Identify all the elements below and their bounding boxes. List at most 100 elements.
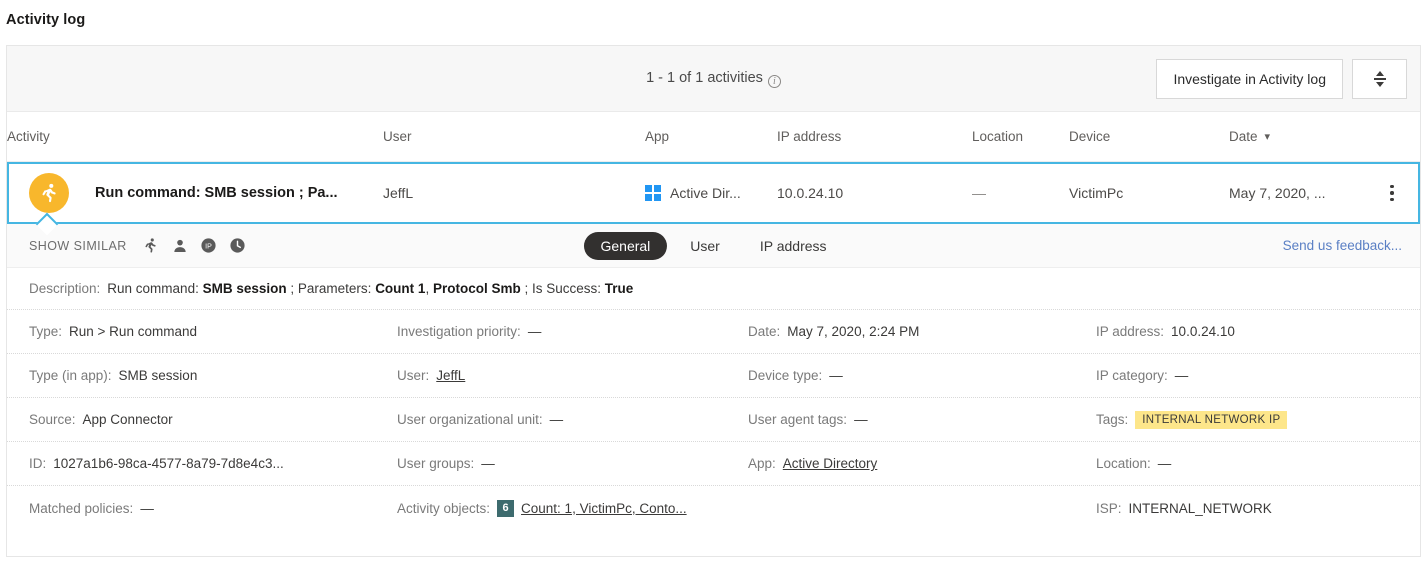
detail-label: User agent tags: bbox=[748, 412, 848, 427]
cell-user: JeffL bbox=[383, 185, 414, 201]
detail-value: — bbox=[481, 456, 495, 471]
detail-date: Date: May 7, 2020, 2:24 PM bbox=[726, 324, 1074, 339]
info-icon[interactable]: i bbox=[767, 75, 781, 88]
detail-location: Location: — bbox=[1074, 456, 1414, 471]
detail-label: Matched policies: bbox=[29, 500, 134, 516]
results-count-text: 1 - 1 of 1 activities bbox=[646, 70, 763, 86]
detail-app-link[interactable]: Active Directory bbox=[783, 456, 878, 471]
detail-label: ISP: bbox=[1096, 500, 1122, 516]
cell-app-label: Active Dir... bbox=[670, 185, 741, 201]
detail-subtoolbar: SHOW SIMILAR IP General User IP address … bbox=[7, 212, 1420, 268]
table-header: Activity User App IP address Location De… bbox=[7, 112, 1420, 162]
activity-log-page: Activity log 1 - 1 of 1 activities i Inve… bbox=[0, 0, 1428, 563]
detail-row: ID: 1027a1b6-98ca-4577-8a79-7d8e4c3... Us… bbox=[7, 442, 1420, 486]
description-prefix: Run command: bbox=[107, 281, 199, 296]
detail-id: ID: 1027a1b6-98ca-4577-8a79-7d8e4c3... bbox=[7, 456, 375, 471]
detail-value: — bbox=[549, 412, 564, 427]
detail-label: User groups: bbox=[397, 456, 475, 471]
detail-device-type: Device type: — bbox=[726, 368, 1074, 383]
cell-device: VictimPc bbox=[1069, 185, 1124, 201]
detail-user-groups: User groups: — bbox=[375, 456, 726, 471]
detail-value: — bbox=[140, 500, 154, 516]
description-bold-4: True bbox=[604, 281, 634, 296]
description-mid-1: ; Parameters: bbox=[290, 281, 372, 296]
detail-label: Investigation priority: bbox=[397, 324, 521, 339]
activity-title: Run command: SMB session ; Pa... bbox=[95, 185, 338, 201]
tab-ip-address[interactable]: IP address bbox=[743, 232, 844, 260]
detail-value: 1027a1b6-98ca-4577-8a79-7d8e4c3... bbox=[53, 456, 284, 471]
detail-label: Date: bbox=[748, 324, 781, 339]
activity-log-card: 1 - 1 of 1 activities i Investigate in Ac… bbox=[6, 45, 1421, 557]
description-comma: , bbox=[425, 281, 430, 296]
detail-label: Tags: bbox=[1096, 412, 1129, 427]
column-header-date-label: Date bbox=[1229, 129, 1258, 144]
detail-value: — bbox=[527, 324, 542, 339]
count-badge: 6 bbox=[497, 499, 515, 517]
show-similar-label: SHOW SIMILAR bbox=[29, 238, 127, 253]
column-header-activity[interactable]: Activity bbox=[7, 129, 383, 144]
detail-isp: ISP: INTERNAL_NETWORK bbox=[1074, 501, 1414, 516]
detail-grid: Type: Run > Run command Investigation pri… bbox=[7, 310, 1420, 530]
detail-label: Location: bbox=[1096, 456, 1151, 471]
user-glyph bbox=[174, 239, 186, 252]
chevron-down-icon: ▾ bbox=[1264, 131, 1271, 143]
column-header-app[interactable]: App bbox=[645, 129, 777, 144]
cell-ip-address: 10.0.24.10 bbox=[777, 185, 844, 201]
column-header-location[interactable]: Location bbox=[972, 129, 1069, 144]
running-person-glyph bbox=[145, 238, 156, 253]
detail-value: Run > Run command bbox=[69, 324, 197, 339]
detail-label: User: bbox=[397, 368, 430, 383]
detail-label: User organizational unit: bbox=[397, 412, 543, 427]
ip-badge-icon[interactable]: IP bbox=[199, 236, 219, 256]
table-row[interactable]: Run command: SMB session ; Pa... JeffL A… bbox=[7, 162, 1420, 224]
clock-glyph bbox=[230, 238, 245, 253]
tab-user[interactable]: User bbox=[673, 232, 737, 260]
cell-app: Active Dir... bbox=[645, 185, 777, 201]
detail-label: Type: bbox=[29, 324, 63, 339]
detail-value: 10.0.24.10 bbox=[1171, 324, 1235, 339]
detail-type-in-app: Type (in app): SMB session bbox=[7, 368, 375, 383]
detail-activity-objects: Activity objects: 6 Count: 1, VictimPc, Co… bbox=[375, 499, 726, 517]
tab-general[interactable]: General bbox=[583, 231, 668, 260]
detail-activity-objects-link[interactable]: Count: 1, VictimPc, Conto... bbox=[521, 501, 687, 516]
description-bold-3: Protocol Smb bbox=[432, 281, 521, 296]
row-menu-button[interactable] bbox=[1369, 181, 1415, 206]
detail-source: Source: App Connector bbox=[7, 412, 375, 427]
column-header-ip-address[interactable]: IP address bbox=[777, 129, 972, 144]
ip-badge-glyph: IP bbox=[201, 238, 216, 253]
running-person-icon[interactable] bbox=[141, 236, 161, 256]
detail-row: Type: Run > Run command Investigation pri… bbox=[7, 310, 1420, 354]
detail-type: Type: Run > Run command bbox=[7, 324, 375, 339]
send-feedback-link[interactable]: Send us feedback... bbox=[1283, 238, 1402, 253]
detail-value: — bbox=[1157, 456, 1172, 471]
show-similar-icons: IP bbox=[141, 236, 248, 256]
detail-label: Type (in app): bbox=[29, 368, 112, 383]
running-person-glyph bbox=[42, 183, 56, 203]
detail-value: INTERNAL_NETWORK bbox=[1128, 500, 1272, 516]
detail-row: Matched policies: — Activity objects: 6 Cou… bbox=[7, 486, 1420, 530]
description-bold-1: SMB session bbox=[202, 281, 287, 296]
detail-ip-address: IP address: 10.0.24.10 bbox=[1074, 324, 1414, 339]
microsoft-windows-icon bbox=[645, 185, 661, 201]
user-icon[interactable] bbox=[170, 236, 190, 256]
column-header-user[interactable]: User bbox=[383, 129, 645, 144]
status-badge: INTERNAL NETWORK IP bbox=[1135, 410, 1288, 429]
column-header-date[interactable]: Date ▾ bbox=[1229, 129, 1369, 144]
detail-label: ID: bbox=[29, 456, 47, 471]
investigate-in-activity-log-button[interactable]: Investigate in Activity log bbox=[1156, 59, 1343, 99]
column-header-device[interactable]: Device bbox=[1069, 129, 1229, 144]
detail-user-organizational-unit: User organizational unit: — bbox=[375, 412, 726, 427]
detail-investigation-priority: Investigation priority: — bbox=[375, 324, 726, 339]
description-bold-2: Count 1 bbox=[375, 281, 426, 296]
toolbar-actions: Investigate in Activity log bbox=[1156, 59, 1407, 99]
detail-value: — bbox=[1174, 368, 1189, 383]
detail-row: Source: App Connector User organizational… bbox=[7, 398, 1420, 442]
clock-icon[interactable] bbox=[228, 236, 248, 256]
expand-collapse-button[interactable] bbox=[1352, 59, 1407, 99]
detail-label: Source: bbox=[29, 412, 76, 427]
detail-label: IP address: bbox=[1096, 324, 1165, 339]
detail-user-link[interactable]: JeffL bbox=[436, 368, 465, 383]
description-label: Description: bbox=[29, 281, 101, 296]
detail-tabs: General User IP address bbox=[583, 231, 844, 260]
detail-label: App: bbox=[748, 456, 776, 471]
